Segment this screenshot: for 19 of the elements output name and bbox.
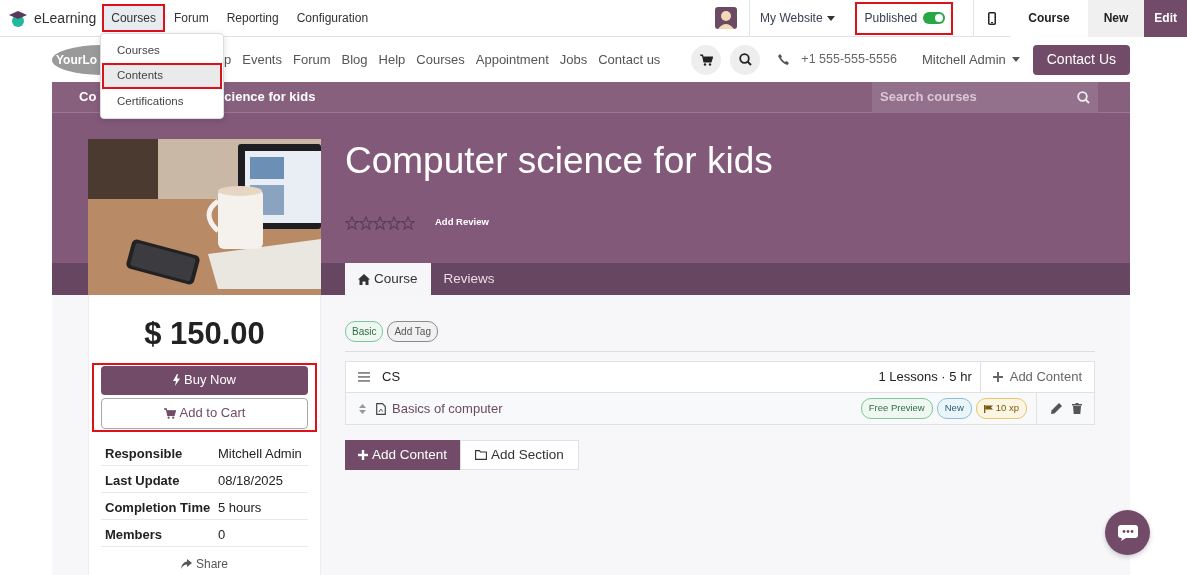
course-price: $ 150.00 [143,315,266,353]
lesson-badge: New [936,398,972,419]
detail-value: Mitchell Admin [218,444,302,460]
lesson-badge: Free Preview [860,398,933,419]
detail-label: Members [105,525,164,541]
detail-label: Last Update [105,471,181,487]
detail-value: 5 hours [218,498,262,514]
app-name: eLearning [34,8,97,28]
section-summary: 1 Lessons · 5 hr [878,368,972,387]
breadcrumb-item: cience for kids [224,88,316,107]
lesson-badge: 10 xp [975,398,1027,419]
phone-number: +1 555-555-5556 [801,51,897,69]
detail-value: 08/18/2025 [218,471,284,487]
detail-value: 0 [218,525,226,541]
course-tag: Basic [345,321,384,342]
course-title: Computer science for kids [345,139,774,183]
section-name: CS [382,368,401,387]
detail-label: Completion Time [105,498,212,514]
detail-label: Responsible [105,444,184,460]
